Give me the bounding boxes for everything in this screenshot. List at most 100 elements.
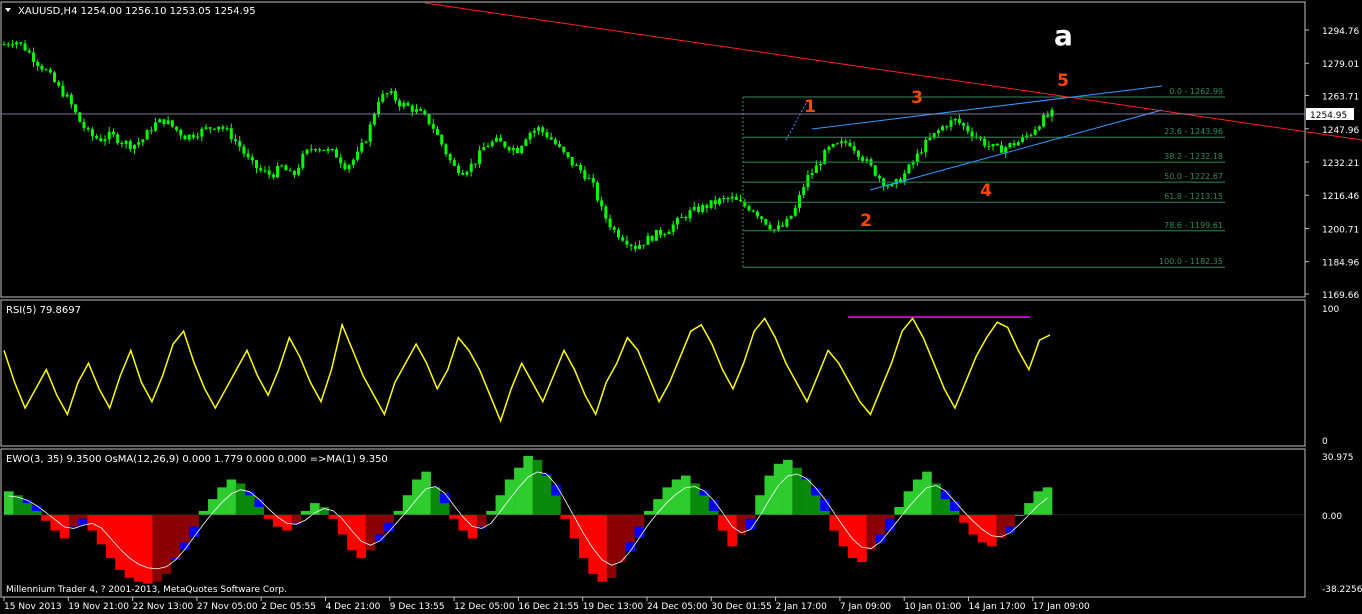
candle-body <box>398 100 402 107</box>
ewo-bar <box>1005 514 1016 527</box>
candle-body <box>10 44 14 46</box>
ewo-bar <box>4 491 14 515</box>
candle-body <box>995 143 999 146</box>
fib-level-label: 50.0 - 1222.67 <box>1164 172 1223 181</box>
ewo-bar <box>532 459 543 515</box>
candle-body <box>356 151 360 160</box>
candle-body <box>558 144 562 147</box>
candle-body <box>263 170 267 172</box>
ewo-axis-label: 30.975 <box>1322 453 1354 463</box>
candle-body <box>503 141 507 148</box>
candle-body <box>473 163 477 165</box>
candle-body <box>82 121 86 129</box>
candle-body <box>271 174 275 178</box>
wave-label-4: 4 <box>980 181 992 201</box>
wave-label-5: 5 <box>1057 71 1069 91</box>
candle-body <box>591 178 595 183</box>
candle-body <box>949 120 953 127</box>
candle-body <box>377 101 381 115</box>
candle-body <box>991 143 995 147</box>
trading-chart[interactable]: XAUUSD,H4 1254.00 1256.10 1253.05 1254.9… <box>0 0 1362 614</box>
candle-body <box>1037 126 1041 130</box>
candle-body <box>873 165 877 176</box>
dropdown-arrow-icon[interactable] <box>5 8 11 12</box>
ewo-bar <box>245 495 255 515</box>
ewo-axis-label: 0.00 <box>1322 512 1342 522</box>
time-tick-label: 15 Nov 2013 <box>4 602 62 612</box>
candle-body <box>297 167 301 175</box>
candle-body <box>802 187 806 196</box>
ewo-bar <box>959 514 969 523</box>
candle-body <box>797 195 801 208</box>
ewo-bar <box>96 514 107 545</box>
candle-body <box>684 217 688 219</box>
ewo-osma-bar <box>820 499 830 511</box>
candle-body <box>31 52 35 62</box>
time-tick-label: 27 Nov 05:00 <box>197 602 258 612</box>
candle-body <box>48 69 52 73</box>
ewo-bar <box>810 495 821 515</box>
fib-level-label: 38.2 - 1232.18 <box>1164 152 1223 161</box>
candle-body <box>957 118 961 124</box>
fib-level-label: 0.0 - 1262.99 <box>1169 87 1223 96</box>
candle-body <box>452 160 456 166</box>
ewo-bar <box>22 503 33 515</box>
candle-body <box>945 126 949 128</box>
candle-body <box>671 224 675 232</box>
candle-body <box>111 131 115 135</box>
candle-body <box>183 135 187 140</box>
candle-body <box>625 240 629 245</box>
ewo-bar <box>31 510 42 515</box>
candle-body <box>713 200 717 205</box>
time-tick-label: 30 Dec 01:55 <box>711 602 772 612</box>
candle-body <box>166 120 170 124</box>
candle-body <box>204 127 208 129</box>
fib-level-label: 100.0 - 1182.35 <box>1159 257 1223 266</box>
ewo-bar <box>949 510 960 515</box>
ewo-bar <box>263 514 274 519</box>
candle-body <box>1021 137 1025 143</box>
price-tick-label: 1279.01 <box>1322 60 1359 70</box>
candle-body <box>255 160 259 169</box>
candle-body <box>751 210 755 212</box>
ewo-bar <box>569 514 580 539</box>
ewo-bar <box>773 463 784 515</box>
candle-body <box>242 146 246 154</box>
candle-body <box>785 218 789 227</box>
candle-body <box>2 44 6 46</box>
ewo-bar <box>449 514 459 519</box>
wave-a-label: a <box>1054 19 1073 52</box>
ewo-bar <box>337 514 348 535</box>
candle-body <box>646 236 650 245</box>
candle-body <box>444 144 448 155</box>
ewo-bar <box>356 514 366 559</box>
candle-body <box>440 134 444 145</box>
ewo-bar <box>783 459 793 515</box>
price-tick-label: 1247.96 <box>1322 126 1359 136</box>
candle-body <box>507 147 511 151</box>
candle-body <box>566 152 570 157</box>
ewo-bar <box>662 487 673 515</box>
ewo-bar <box>523 455 533 515</box>
ewo-bar <box>616 514 626 563</box>
candle-body <box>276 166 280 178</box>
candle-body <box>1012 143 1016 146</box>
candle-body <box>806 175 810 188</box>
candle-body <box>511 147 515 151</box>
candle-body <box>705 204 709 208</box>
candle-body <box>520 145 524 153</box>
candle-body <box>221 126 225 129</box>
candle-body <box>427 114 431 124</box>
candle-body <box>835 143 839 145</box>
candle-body <box>924 139 928 153</box>
rsi-axis-label-bottom: 0 <box>1322 437 1328 447</box>
ewo-bar <box>430 487 441 515</box>
candle-body <box>764 219 768 225</box>
ewo-bar <box>328 514 339 519</box>
candle-body <box>814 165 818 174</box>
ewo-bar <box>170 514 181 559</box>
candle-body <box>654 229 658 241</box>
ewo-bar <box>402 495 413 515</box>
price-tick-label: 1216.46 <box>1322 192 1359 202</box>
candle-body <box>532 130 536 133</box>
